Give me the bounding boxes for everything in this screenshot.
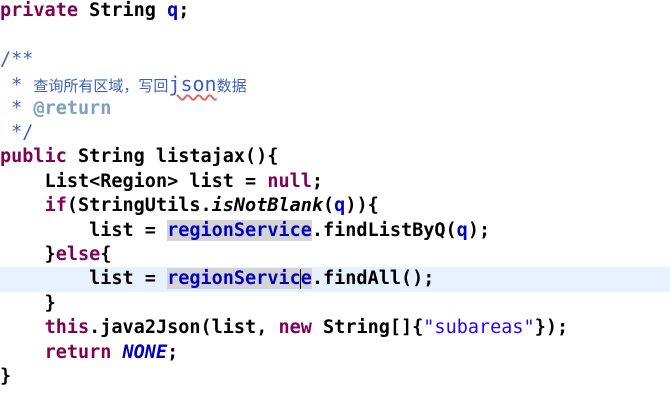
code-line-javadoc-description[interactable]: * 查询所有区域，写回json数据	[0, 72, 670, 96]
javadoc-misspelled-word: json	[168, 72, 217, 97]
code-line-java2json[interactable]: this.java2Json(list, new String[]{"subar…	[0, 316, 670, 340]
paren: (	[323, 195, 335, 217]
javadoc-tag: @return	[33, 97, 112, 119]
javadoc-open: /**	[0, 48, 34, 70]
keyword: this	[44, 317, 90, 339]
brace: }	[0, 366, 12, 387]
field-name: q	[334, 195, 346, 217]
code-line-list-declaration[interactable]: List<Region> list = null;	[0, 170, 670, 194]
field-name: q	[456, 219, 468, 241]
code-line-javadoc-close[interactable]: */	[0, 121, 670, 145]
javadoc-close: */	[0, 122, 34, 143]
semicolon: ;	[311, 170, 324, 192]
javadoc-star: *	[0, 75, 34, 97]
brace: }	[44, 292, 56, 314]
javadoc-star: *	[0, 97, 34, 119]
code-line-if-condition[interactable]: if(StringUtils.isNotBlank(q)){	[0, 194, 670, 218]
keyword: public	[0, 146, 67, 168]
keyword: private	[0, 0, 78, 21]
string-literal: "subareas"	[423, 317, 535, 339]
array-type: String[]{	[311, 317, 424, 339]
method-call: .findAll();	[311, 268, 435, 290]
code-line-method-signature[interactable]: public String listajax(){	[0, 145, 670, 169]
paren-semicolon: );	[467, 219, 491, 241]
method-call: .java2Json(list,	[89, 317, 279, 339]
keyword: null	[267, 170, 312, 192]
method-call: .findListByQ(	[311, 219, 457, 241]
keyword: if	[44, 195, 67, 217]
assignment: list =	[89, 219, 168, 241]
javadoc-text-end: 数据	[216, 77, 247, 96]
field-occurrence-highlight: regionServic	[167, 268, 301, 290]
type-name: String	[77, 0, 168, 21]
code-line-find-by-q[interactable]: list = regionService.findListByQ(q);	[0, 219, 670, 243]
keyword: else	[55, 244, 101, 265]
code-line-javadoc-open[interactable]: /**	[0, 48, 670, 72]
class-ref: (StringUtils.	[66, 195, 212, 217]
constant-name: NONE	[122, 341, 168, 363]
code-line-javadoc-return[interactable]: * @return	[0, 97, 670, 121]
closing: });	[534, 317, 569, 339]
assignment: list =	[89, 268, 168, 290]
code-line-else[interactable]: }else{	[0, 243, 670, 267]
semicolon: ;	[178, 0, 190, 21]
brace: }	[44, 244, 56, 265]
code-line-close-method[interactable]: }	[0, 365, 670, 389]
brace: {	[100, 244, 112, 265]
code-line-close-else[interactable]: }	[0, 292, 670, 316]
declaration: List<Region> list =	[44, 170, 268, 192]
code-editor[interactable]: private String q; /** * 查询所有区域，写回json数据 …	[0, 0, 670, 404]
static-method-call: isNotBlank	[211, 195, 324, 217]
paren-brace: )){	[345, 195, 379, 217]
code-line-find-all-current[interactable]: list = regionService.findAll();	[0, 267, 670, 292]
semicolon: ;	[167, 341, 179, 363]
field-occurrence-highlight: regionService	[167, 219, 312, 241]
method-signature: String listajax(){	[66, 146, 279, 168]
code-line-return[interactable]: return NONE;	[0, 341, 670, 365]
keyword: return	[44, 341, 112, 363]
code-line-field-declaration[interactable]: private String q;	[0, 0, 670, 23]
keyword: new	[278, 317, 312, 339]
field-name: q	[167, 0, 179, 21]
field-occurrence-highlight-end: e	[300, 268, 312, 290]
javadoc-text: 查询所有区域，写回	[33, 77, 169, 96]
